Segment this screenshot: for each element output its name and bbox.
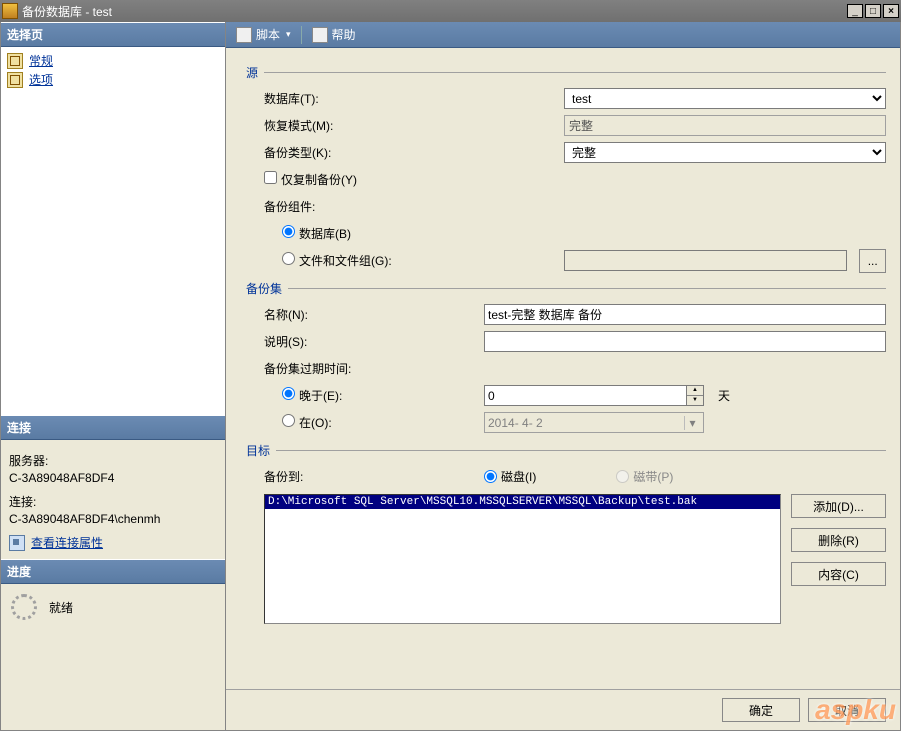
help-label: 帮助: [332, 26, 356, 43]
copy-only-checkbox[interactable]: 仅复制备份(Y): [264, 171, 357, 188]
component-label: 备份组件:: [264, 198, 315, 215]
on-radio[interactable]: 在(O):: [282, 416, 332, 430]
database-select[interactable]: test: [564, 88, 886, 109]
copy-only-row: 仅复制备份(Y): [246, 166, 886, 193]
help-icon: [312, 27, 328, 43]
window-title: 备份数据库 - test: [22, 3, 847, 20]
component-fg-radio[interactable]: 文件和文件组(G):: [282, 254, 392, 268]
recovery-row: 恢复模式(M): 完整: [246, 112, 886, 139]
destination-item[interactable]: D:\Microsoft SQL Server\MSSQL10.MSSQLSER…: [265, 495, 780, 509]
page-icon: [7, 72, 23, 88]
progress-spinner-icon: [11, 594, 37, 620]
name-row: 名称(N):: [246, 301, 886, 328]
expire-label: 备份集过期时间:: [264, 360, 351, 377]
script-label: 脚本: [256, 26, 280, 43]
toolbar-separator: [301, 26, 302, 44]
dialog-footer: 确定 取消: [226, 689, 900, 730]
connection-label: 连接:: [9, 493, 217, 510]
server-label: 服务器:: [9, 452, 217, 469]
name-label: 名称(N):: [264, 306, 484, 323]
page-icon: [7, 53, 23, 69]
cancel-button[interactable]: 取消: [808, 698, 886, 722]
app-icon: [2, 3, 18, 19]
after-spinner[interactable]: ▲▼: [484, 385, 704, 406]
left-panel: 选择页 常规 选项 连接 服务器: C-3A89048AF8DF4 连接: C-…: [1, 22, 226, 730]
select-page-header: 选择页: [1, 22, 225, 47]
left-spacer: [1, 630, 225, 730]
connection-body: 服务器: C-3A89048AF8DF4 连接: C-3A89048AF8DF4…: [1, 440, 225, 559]
backup-to-label: 备份到:: [264, 468, 484, 485]
script-icon: [236, 27, 252, 43]
backup-type-select[interactable]: 完整: [564, 142, 886, 163]
content: 选择页 常规 选项 连接 服务器: C-3A89048AF8DF4 连接: C-…: [0, 22, 901, 731]
target-legend: 目标: [246, 442, 886, 459]
view-connection-link[interactable]: 查看连接属性: [9, 534, 217, 551]
progress-header: 进度: [1, 559, 225, 584]
form-area: 源 数据库(T): test 恢复模式(M): 完整 备份类型(K): 完整 仅…: [226, 48, 900, 689]
component-label-row: 备份组件:: [246, 193, 886, 220]
after-input[interactable]: [484, 385, 687, 406]
on-date-picker: 2014- 4- 2▾: [484, 412, 704, 433]
recovery-label: 恢复模式(M):: [264, 117, 564, 134]
after-radio[interactable]: 晚于(E):: [282, 389, 342, 403]
tape-radio: 磁带(P): [616, 468, 673, 485]
spin-up-icon[interactable]: ▲: [687, 386, 703, 396]
destination-area: D:\Microsoft SQL Server\MSSQL10.MSSQLSER…: [246, 494, 886, 624]
close-button[interactable]: ×: [883, 4, 899, 18]
expire-label-row: 备份集过期时间:: [246, 355, 886, 382]
source-legend: 源: [246, 64, 886, 81]
filegroup-input: [564, 250, 847, 271]
filegroup-browse-button[interactable]: ...: [859, 249, 886, 273]
recovery-value: 完整: [564, 115, 886, 136]
contents-button[interactable]: 内容(C): [791, 562, 886, 586]
set-legend: 备份集: [246, 280, 886, 297]
name-input[interactable]: [484, 304, 886, 325]
right-panel: 脚本 帮助 源 数据库(T): test 恢复模式(M): 完整 备份类型(K)…: [226, 22, 900, 730]
add-button[interactable]: 添加(D)...: [791, 494, 886, 518]
after-unit: 天: [718, 387, 730, 404]
page-item-options[interactable]: 选项: [5, 70, 221, 89]
titlebar: 备份数据库 - test _ □ ×: [0, 0, 901, 22]
progress-body: 就绪: [1, 584, 225, 630]
expire-after-row: 晚于(E): ▲▼ 天: [246, 382, 886, 409]
toolbar: 脚本 帮助: [226, 22, 900, 48]
ok-button[interactable]: 确定: [722, 698, 800, 722]
chevron-down-icon: ▾: [684, 416, 700, 430]
desc-row: 说明(S):: [246, 328, 886, 355]
page-link[interactable]: 选项: [29, 71, 53, 88]
expire-on-row: 在(O): 2014- 4- 2▾: [246, 409, 886, 436]
spin-down-icon[interactable]: ▼: [687, 396, 703, 405]
connection-header: 连接: [1, 415, 225, 440]
page-list: 常规 选项: [1, 47, 225, 415]
backup-to-row: 备份到: 磁盘(I) 磁带(P): [246, 463, 886, 490]
server-value: C-3A89048AF8DF4: [9, 471, 217, 485]
backup-type-label: 备份类型(K):: [264, 144, 564, 161]
progress-status: 就绪: [49, 599, 73, 616]
component-fg-row: 文件和文件组(G): ...: [246, 247, 886, 274]
minimize-button[interactable]: _: [847, 4, 863, 18]
properties-icon: [9, 535, 25, 551]
view-connection-text[interactable]: 查看连接属性: [31, 534, 103, 551]
remove-button[interactable]: 删除(R): [791, 528, 886, 552]
component-db-radio[interactable]: 数据库(B): [282, 225, 351, 242]
script-button[interactable]: 脚本: [232, 24, 295, 45]
database-label: 数据库(T):: [264, 90, 564, 107]
connection-value: C-3A89048AF8DF4\chenmh: [9, 512, 217, 526]
desc-label: 说明(S):: [264, 333, 484, 350]
desc-input[interactable]: [484, 331, 886, 352]
disk-radio[interactable]: 磁盘(I): [484, 468, 536, 485]
destination-list[interactable]: D:\Microsoft SQL Server\MSSQL10.MSSQLSER…: [264, 494, 781, 624]
help-button[interactable]: 帮助: [308, 24, 360, 45]
database-row: 数据库(T): test: [246, 85, 886, 112]
backup-type-row: 备份类型(K): 完整: [246, 139, 886, 166]
page-item-general[interactable]: 常规: [5, 51, 221, 70]
page-link[interactable]: 常规: [29, 52, 53, 69]
component-db-row: 数据库(B): [246, 220, 886, 247]
maximize-button[interactable]: □: [865, 4, 881, 18]
